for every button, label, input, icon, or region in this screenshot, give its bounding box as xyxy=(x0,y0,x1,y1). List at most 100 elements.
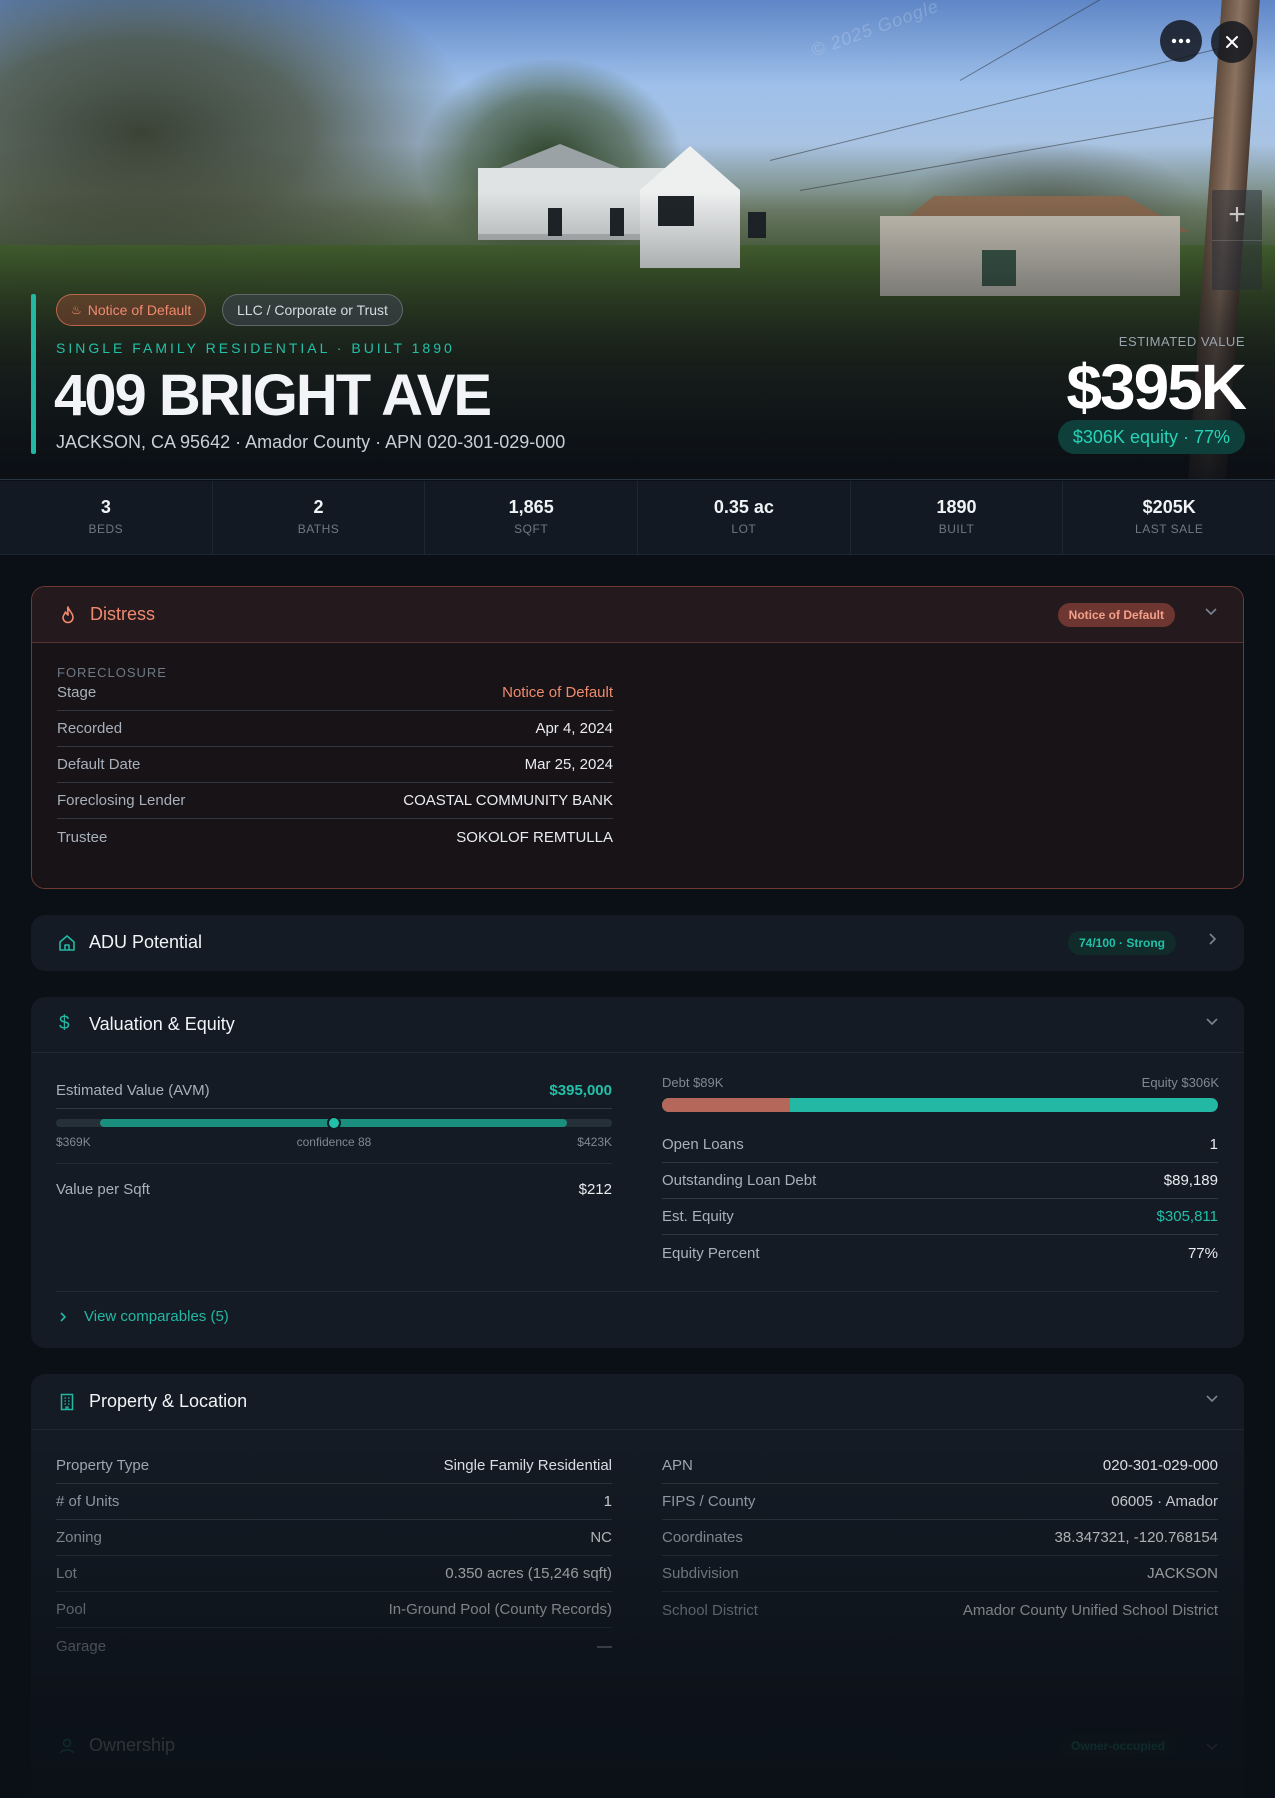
kv-value: Mar 25, 2024 xyxy=(524,756,613,773)
accent-bar xyxy=(31,294,36,454)
stat-value: 0.35 ac xyxy=(713,497,774,517)
kv-value: $89,189 xyxy=(1163,1172,1218,1189)
user-icon xyxy=(59,1738,75,1754)
divider xyxy=(56,1163,612,1164)
kv-value: 0.350 acres (15,246 sqft) xyxy=(445,1565,612,1582)
kv-key: Recorded xyxy=(57,720,123,737)
chevron-down-icon[interactable] xyxy=(1204,1390,1220,1406)
kv-row: Equity Percent 77% xyxy=(662,1235,1218,1271)
stat-value: 1890 xyxy=(936,497,977,517)
kv-key: Property Type xyxy=(56,1457,150,1474)
kv-key: Equity Percent xyxy=(662,1244,760,1262)
stat-value: 2 xyxy=(313,497,324,517)
kv-value: 1 xyxy=(603,1493,612,1510)
kv-value: 1 xyxy=(1209,1136,1218,1153)
stat-label: LAST SALE xyxy=(1135,522,1204,536)
kv-row: Open Loans 1 xyxy=(662,1127,1218,1163)
distress-chip-label: Notice of Default xyxy=(87,302,192,318)
stat-sqft: 1,865 SQFT xyxy=(425,481,639,554)
kv-key: Open Loans xyxy=(662,1136,744,1153)
valuation-header[interactable]: $ Valuation & Equity xyxy=(31,997,1244,1053)
kv-value: 020-301-029-000 xyxy=(1102,1457,1218,1474)
panel-title: Distress xyxy=(90,604,156,624)
close-button[interactable] xyxy=(1211,21,1253,63)
adu-header[interactable]: ADU Potential 74/100 · Strong xyxy=(31,915,1244,971)
kv-row: Value per Sqft $212 xyxy=(56,1171,612,1207)
adu-panel[interactable]: ADU Potential 74/100 · Strong xyxy=(31,915,1244,971)
kv-row: FIPS / County 06005 · Amador xyxy=(662,1484,1218,1520)
chevron-right-icon[interactable] xyxy=(1204,931,1220,947)
distress-chip: ♨ Notice of Default xyxy=(56,294,207,326)
distress-header[interactable]: Distress Notice of Default xyxy=(32,587,1243,643)
stat-lot: 0.35 ac LOT xyxy=(638,481,851,554)
kv-row: Estimated Value (AVM) $395,000 xyxy=(56,1073,612,1109)
chevron-down-icon[interactable] xyxy=(1203,603,1219,619)
kv-key: Lot xyxy=(56,1565,77,1582)
kv-value: Single Family Residential xyxy=(443,1457,612,1474)
kv-row: Coordinates 38.347321, -120.768154 xyxy=(662,1520,1218,1556)
kv-value: Notice of Default xyxy=(502,684,613,701)
kv-row: Pool In-Ground Pool (County Records) xyxy=(56,1592,612,1628)
kv-key: APN xyxy=(662,1457,693,1474)
kv-row: Est. Equity $305,811 xyxy=(662,1199,1218,1235)
owner-type-chip: LLC / Corporate or Trust xyxy=(222,294,403,326)
range-low-label: $369K xyxy=(56,1135,91,1149)
kv-value: Amador County Unified School District xyxy=(962,1601,1218,1619)
kv-value: JACKSON xyxy=(1147,1565,1218,1582)
kv-value: NC xyxy=(590,1529,612,1546)
kv-row: APN 020-301-029-000 xyxy=(662,1448,1218,1484)
view-comparables-label: View comparables (5) xyxy=(84,1308,229,1325)
stat-baths: 2 BATHS xyxy=(213,481,426,554)
kv-row: Stage Notice of Default xyxy=(57,675,613,711)
street-view-photo: © 2025 Google xyxy=(0,0,1275,480)
valuation-panel: $ Valuation & Equity Estimated Value (AV… xyxy=(31,997,1244,1348)
kv-key: Garage xyxy=(56,1637,107,1655)
hero-gradient-overlay xyxy=(0,0,1275,479)
ellipsis-icon xyxy=(1171,38,1191,44)
kv-key: Foreclosing Lender xyxy=(57,792,186,809)
stat-value: 3 xyxy=(100,497,111,517)
kv-key: Zoning xyxy=(56,1529,102,1546)
kv-row: Trustee SOKOLOF REMTULLA xyxy=(57,819,613,855)
ownership-panel-header[interactable]: Ownership Owner-occupied xyxy=(31,1718,1244,1774)
stat-label: SQFT xyxy=(514,522,549,536)
debt-label: Debt $89K xyxy=(662,1075,724,1090)
panel-title: Valuation & Equity xyxy=(89,1014,235,1034)
map-zoom-control: + xyxy=(1212,190,1262,290)
kv-row: Default Date Mar 25, 2024 xyxy=(57,747,613,783)
kv-value: $212 xyxy=(578,1180,612,1198)
kv-row: Recorded Apr 4, 2024 xyxy=(57,711,613,747)
kv-row: Property Type Single Family Residential xyxy=(56,1448,612,1484)
chevron-down-icon[interactable] xyxy=(1204,1738,1220,1754)
view-comparables-link[interactable]: View comparables (5) xyxy=(56,1308,229,1325)
kv-value: COASTAL COMMUNITY BANK xyxy=(403,792,613,809)
stat-value: 1,865 xyxy=(508,497,554,517)
range-high-label: $423K xyxy=(577,1135,612,1149)
confidence-label: confidence 88 xyxy=(296,1135,372,1149)
kv-value: 06005 · Amador xyxy=(1111,1493,1218,1510)
kv-row: Lot 0.350 acres (15,246 sqft) xyxy=(56,1556,612,1592)
kv-value: Apr 4, 2024 xyxy=(535,720,613,737)
flame-icon: ♨ xyxy=(71,303,82,317)
zoom-out-button[interactable] xyxy=(1212,240,1262,290)
kv-value: 77% xyxy=(1187,1244,1218,1262)
kv-key: School District xyxy=(662,1601,758,1619)
kv-key: Pool xyxy=(56,1601,87,1618)
property-header[interactable]: Property & Location xyxy=(31,1374,1244,1430)
stat-label: BATHS xyxy=(297,522,340,536)
avm-range-track xyxy=(56,1116,612,1130)
stat-value: $205K xyxy=(1142,497,1196,517)
zoom-in-button[interactable]: + xyxy=(1212,190,1262,240)
kv-key: Est. Equity xyxy=(662,1208,734,1225)
chevron-down-icon[interactable] xyxy=(1204,1013,1220,1029)
divider xyxy=(56,1291,1218,1292)
kv-key: Value per Sqft xyxy=(56,1180,150,1198)
kv-row: # of Units 1 xyxy=(56,1484,612,1520)
kv-value: $305,811 xyxy=(1156,1208,1218,1225)
kv-row: Subdivision JACKSON xyxy=(662,1556,1218,1592)
status-badge: Notice of Default xyxy=(1057,603,1175,627)
home-icon xyxy=(59,935,75,951)
kv-key: FIPS / County xyxy=(662,1493,756,1510)
debt-equity-bar xyxy=(662,1098,1218,1112)
more-options-button[interactable] xyxy=(1160,20,1202,62)
